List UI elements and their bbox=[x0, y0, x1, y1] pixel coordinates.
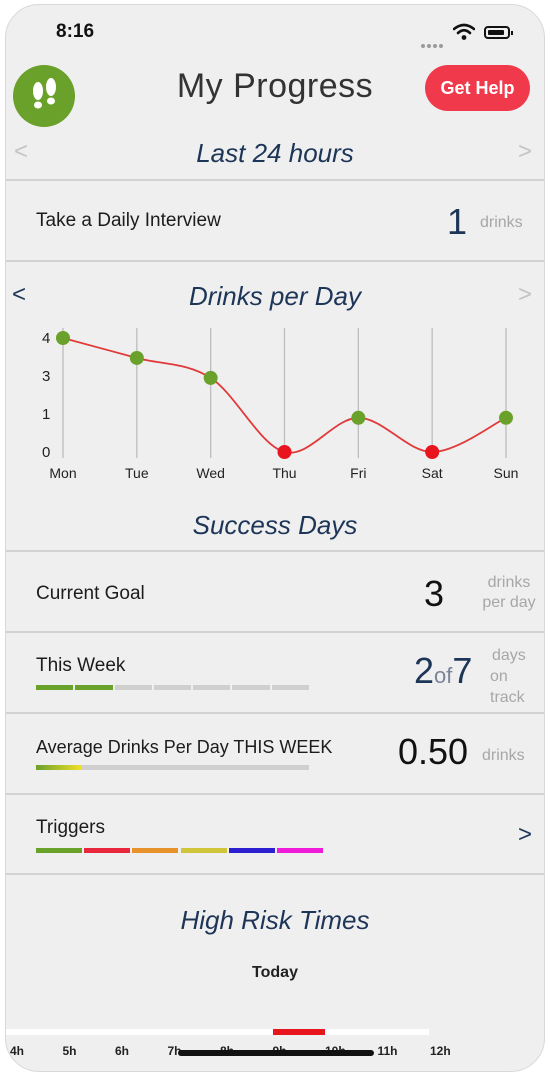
data-point-sat bbox=[425, 445, 440, 459]
y-tick-label: 0 bbox=[42, 444, 50, 461]
x-tick-label: Wed bbox=[196, 465, 225, 481]
today-label: Today bbox=[252, 964, 298, 981]
hour-tick-label: 11h bbox=[377, 1044, 398, 1058]
high-risk-timeline bbox=[6, 1029, 429, 1035]
last24-drinks-value: 1 bbox=[447, 201, 468, 242]
bar-segment bbox=[84, 848, 131, 853]
y-tick-label: 4 bbox=[42, 330, 50, 347]
avg-fill bbox=[36, 765, 83, 770]
week-unit-line-3: track bbox=[490, 689, 525, 706]
chevron-right-icon[interactable]: > bbox=[518, 821, 532, 849]
week-total: 7 bbox=[452, 650, 473, 691]
battery-icon bbox=[484, 26, 513, 39]
goal-value: 3 bbox=[424, 573, 445, 614]
triggers-label: Triggers bbox=[36, 817, 105, 838]
divider bbox=[6, 179, 544, 181]
week-of: of bbox=[434, 663, 453, 688]
bar-segment bbox=[180, 848, 227, 853]
drinks-per-day-chart: 0 1 3 4 Mon Tue Wed Thu Fri Sat Sun bbox=[42, 328, 519, 481]
avg-progress-bar bbox=[36, 765, 309, 770]
avg-value: 0.50 bbox=[398, 731, 469, 772]
data-point-sun bbox=[499, 410, 513, 425]
triggers-color-bar bbox=[36, 848, 323, 853]
last-24-nav: < Last 24 hours > bbox=[6, 132, 544, 176]
y-tick-label: 1 bbox=[42, 406, 50, 423]
hour-tick-label: 6h bbox=[115, 1044, 130, 1058]
bar-segment bbox=[232, 685, 270, 690]
bar-segment bbox=[36, 848, 83, 853]
success-days-title: Success Days bbox=[192, 510, 358, 540]
week-unit-line-1: days bbox=[492, 647, 526, 664]
divider bbox=[6, 550, 544, 552]
x-tick-label: Mon bbox=[49, 465, 76, 481]
week-label: This Week bbox=[36, 655, 126, 676]
chevron-right-icon[interactable]: > bbox=[518, 281, 532, 309]
x-tick-label: Sat bbox=[422, 465, 443, 481]
drinks-per-day-title: Drinks per Day bbox=[189, 281, 361, 311]
divider bbox=[6, 631, 544, 633]
data-point-mon bbox=[56, 331, 70, 345]
goal-unit-line-1: drinks bbox=[487, 574, 531, 591]
x-tick-label: Sun bbox=[494, 465, 519, 481]
interview-label: Take a Daily Interview bbox=[36, 210, 221, 231]
app-header: My Progress Get Help bbox=[6, 57, 544, 127]
bar-segment bbox=[276, 848, 323, 853]
goal-label: Current Goal bbox=[36, 583, 145, 604]
divider bbox=[6, 793, 544, 795]
data-point-wed bbox=[203, 370, 218, 385]
last24-drinks-unit: drinks bbox=[480, 214, 523, 231]
divider bbox=[6, 873, 544, 875]
bar-segment bbox=[132, 848, 179, 853]
wifi-icon bbox=[453, 23, 475, 40]
y-tick-label: 3 bbox=[42, 368, 50, 385]
status-bar: 8:16 bbox=[6, 5, 544, 57]
week-unit-line-2: on bbox=[490, 668, 508, 685]
home-indicator bbox=[178, 1050, 374, 1056]
bar-segment bbox=[271, 685, 309, 690]
avg-unit: drinks bbox=[482, 747, 525, 764]
risk-window-marker bbox=[272, 1029, 325, 1035]
drinks-per-day-nav: < Drinks per Day > bbox=[6, 275, 544, 319]
x-tick-label: Fri bbox=[350, 465, 366, 481]
goal-unit: drinks per day bbox=[476, 573, 542, 613]
phone-screen: 8:16 My Progress Get Help < Last 24 hour… bbox=[5, 4, 545, 1072]
goal-unit-line-2: per day bbox=[482, 594, 536, 611]
x-tick-label: Thu bbox=[272, 465, 296, 481]
bar-segment bbox=[114, 685, 152, 690]
bar-segment bbox=[36, 685, 74, 690]
bar-segment bbox=[153, 685, 192, 690]
cellular-signal-icon bbox=[421, 35, 445, 53]
last-24-title: Last 24 hours bbox=[196, 138, 354, 168]
chevron-right-icon[interactable]: > bbox=[518, 138, 532, 166]
week-value-group: 2of7 bbox=[414, 650, 472, 692]
data-point-fri bbox=[351, 410, 366, 425]
x-tick-label: Tue bbox=[125, 465, 149, 481]
high-risk-title: High Risk Times bbox=[180, 905, 370, 935]
week-progress-bar bbox=[36, 685, 309, 690]
data-point-tue bbox=[129, 350, 144, 365]
bar-segment bbox=[228, 848, 275, 853]
hour-tick-label: 4h bbox=[10, 1044, 25, 1058]
divider bbox=[6, 260, 544, 262]
week-value: 2 bbox=[414, 650, 435, 691]
week-unit: days on track bbox=[490, 645, 526, 708]
bar-segment bbox=[193, 685, 231, 690]
avg-label: Average Drinks Per Day THIS WEEK bbox=[36, 737, 333, 757]
status-time: 8:16 bbox=[56, 21, 95, 42]
get-help-button[interactable]: Get Help bbox=[425, 65, 530, 111]
hour-tick-label: 5h bbox=[62, 1044, 77, 1058]
hour-tick-label: 12h bbox=[430, 1044, 451, 1058]
data-point-thu bbox=[277, 445, 292, 459]
bar-segment bbox=[75, 685, 113, 690]
divider bbox=[6, 712, 544, 714]
